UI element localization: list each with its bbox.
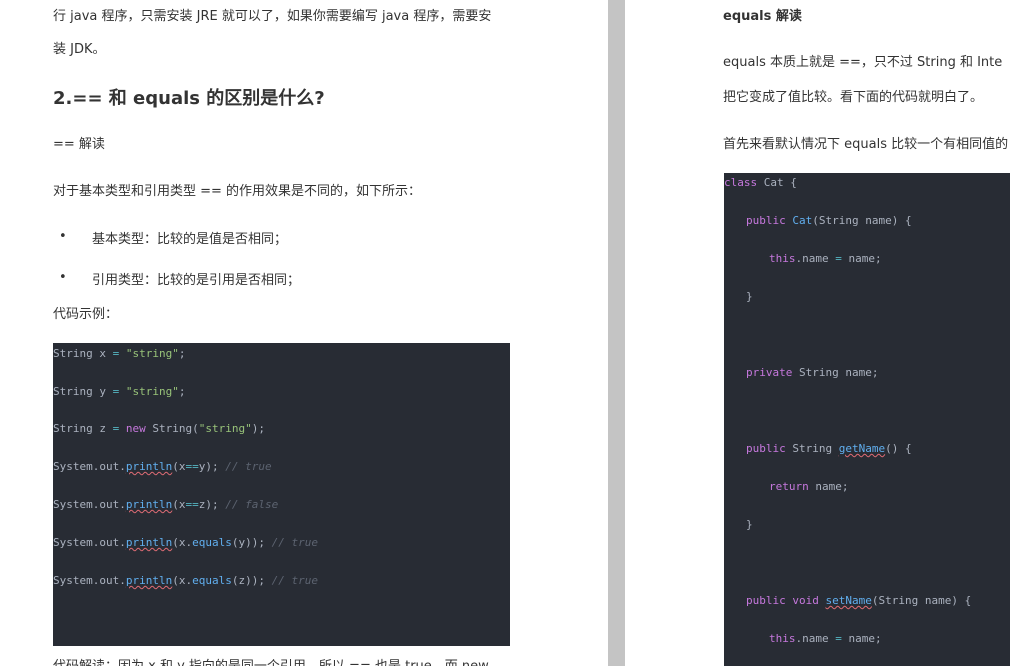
code-line: System.out.println(x==y); // true <box>53 460 272 473</box>
code-example-label: 代码示例： <box>53 307 119 322</box>
code-block-eq: String x = "string"; String y = "string"… <box>53 343 510 646</box>
code-line: private String name; <box>746 366 879 379</box>
equals-paragraph-line-2: 把它变成了值比较。看下面的代码就明白了。 <box>723 90 984 105</box>
code-line: public void setName(String name) { <box>746 594 972 607</box>
list-item: 引用类型：比较的是引用是否相同； <box>92 273 301 288</box>
code-explanation-text: 代码解读：因为 x 和 y 指向的是同一个引用，所以 == 也是 true，而 … <box>53 655 489 666</box>
code-line: } <box>746 290 753 303</box>
code-line: String z = new String("string"); <box>53 422 265 435</box>
code-block-cat-class: class Cat { public Cat(String name) { th… <box>724 173 1010 666</box>
code-line: System.out.println(x.equals(y)); // true <box>53 536 318 549</box>
list-item: 基本类型：比较的是值是否相同； <box>92 232 288 247</box>
code-line: public String getName() { <box>746 442 912 455</box>
code-line: this.name = name; <box>769 252 882 265</box>
bullet-marker: • <box>59 270 67 285</box>
code-line: return name; <box>769 480 849 493</box>
equals-paragraph-2: 首先来看默认情况下 equals 比较一个有相同值的 <box>723 137 1009 152</box>
code-line: } <box>746 518 753 531</box>
equals-heading: equals 解读 <box>723 9 802 24</box>
code-line: System.out.println(x.equals(z)); // true <box>53 574 318 587</box>
code-line: String y = "string"; <box>53 385 186 398</box>
equals-paragraph-line-1: equals 本质上就是 ==，只不过 String 和 Inte <box>723 55 1003 70</box>
code-line: class Cat { <box>724 176 797 189</box>
code-line: this.name = name; <box>769 632 882 645</box>
subheading-eq-explain: == 解读 <box>53 137 105 152</box>
section-heading: 2.== 和 equals 的区别是什么? <box>53 88 325 109</box>
document-page-right: equals 解读 equals 本质上就是 ==，只不过 String 和 I… <box>625 0 1010 666</box>
page-gutter <box>608 0 625 666</box>
bullet-marker: • <box>59 229 67 244</box>
code-line: String x = "string"; <box>53 347 186 360</box>
code-line: System.out.println(x==z); // false <box>53 498 279 511</box>
intro-text-line-2: 装 JDK。 <box>53 42 106 57</box>
code-line: public Cat(String name) { <box>746 214 912 227</box>
intro-text-line-1: 行 java 程序，只需安装 JRE 就可以了，如果你需要编写 java 程序，… <box>53 9 492 24</box>
document-page-left: 行 java 程序，只需安装 JRE 就可以了，如果你需要编写 java 程序，… <box>0 0 608 666</box>
paragraph-eq-effect: 对于基本类型和引用类型 == 的作用效果是不同的，如下所示： <box>53 184 422 199</box>
